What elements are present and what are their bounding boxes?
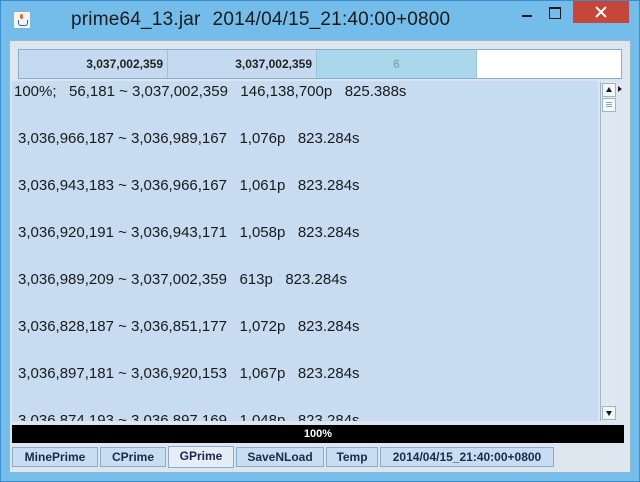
scroll-down-arrow-icon[interactable] bbox=[602, 406, 616, 420]
tab-gprime[interactable]: GPrime bbox=[168, 446, 234, 468]
scroll-up-arrow-icon[interactable] bbox=[602, 83, 616, 97]
output-line: 3,036,943,183 ~ 3,036,966,167 1,061p 823… bbox=[18, 177, 360, 194]
scroll-right-arrow-icon[interactable] bbox=[618, 82, 624, 421]
output-line: 3,036,874,193 ~ 3,036,897,169 1,048p 823… bbox=[18, 412, 360, 421]
tab-bar: MinePrime CPrime GPrime SaveNLoad Temp 2… bbox=[12, 446, 624, 469]
window-title: prime64_13.jar 2014/04/15_21:40:00+0800 bbox=[71, 9, 450, 31]
tab-temp[interactable]: Temp bbox=[326, 447, 378, 467]
client-area: 3,037,002,359 3,037,002,359 6 100%; 56,1… bbox=[9, 40, 631, 473]
vertical-scrollbar[interactable] bbox=[600, 82, 617, 421]
minimize-button[interactable] bbox=[514, 1, 540, 23]
command-input[interactable] bbox=[477, 50, 621, 78]
range-start-field[interactable]: 3,037,002,359 bbox=[19, 50, 168, 78]
tab-cprime[interactable]: CPrime bbox=[100, 447, 166, 467]
maximize-button[interactable] bbox=[541, 1, 569, 23]
output-line: 3,036,897,181 ~ 3,036,920,153 1,067p 823… bbox=[18, 365, 360, 382]
output-line: 100%; 56,181 ~ 3,037,002,359 146,138,700… bbox=[14, 83, 407, 100]
scroll-thumb[interactable] bbox=[602, 98, 616, 112]
progress-label: 100% bbox=[303, 428, 333, 440]
range-end-field[interactable]: 3,037,002,359 bbox=[168, 50, 317, 78]
output-line: 3,036,920,191 ~ 3,036,943,171 1,058p 823… bbox=[18, 224, 360, 241]
window-title-name: prime64_13.jar bbox=[71, 9, 201, 30]
progress-bar: 100% bbox=[12, 425, 624, 443]
tab-savenload[interactable]: SaveNLoad bbox=[236, 447, 324, 467]
output-line: 3,036,966,187 ~ 3,036,989,167 1,076p 823… bbox=[18, 130, 360, 147]
close-button[interactable] bbox=[573, 1, 629, 23]
java-cup-icon[interactable] bbox=[13, 11, 31, 29]
window-title-date: 2014/04/15_21:40:00+0800 bbox=[212, 9, 451, 30]
tab-datetime[interactable]: 2014/04/15_21:40:00+0800 bbox=[380, 447, 554, 467]
tab-mineprime[interactable]: MinePrime bbox=[12, 447, 98, 467]
output-line: 3,036,828,187 ~ 3,036,851,177 1,072p 823… bbox=[18, 318, 360, 335]
output-line: 3,036,989,209 ~ 3,037,002,359 613p 823.2… bbox=[18, 271, 348, 288]
output-text-area[interactable]: 100%; 56,181 ~ 3,037,002,359 146,138,700… bbox=[12, 81, 598, 421]
app-window: prime64_13.jar 2014/04/15_21:40:00+0800 3… bbox=[0, 0, 640, 482]
thread-count-field[interactable]: 6 bbox=[317, 50, 477, 78]
status-fields: 3,037,002,359 3,037,002,359 6 bbox=[18, 49, 622, 79]
title-bar[interactable]: prime64_13.jar 2014/04/15_21:40:00+0800 bbox=[1, 1, 639, 39]
